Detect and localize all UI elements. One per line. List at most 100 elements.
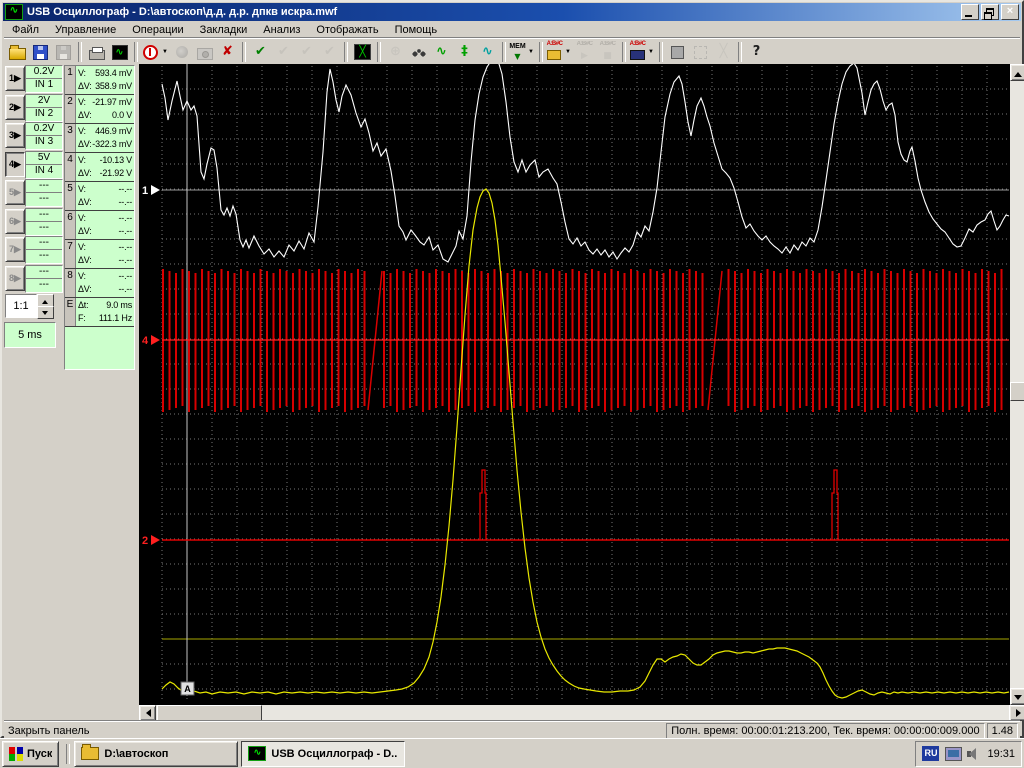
task-button[interactable]: ∿USB Осциллограф - D... [241,741,405,767]
checkgray-icon: ✔ [321,44,338,60]
channel-7-fields[interactable]: ------ [25,236,63,264]
channel-6-fields[interactable]: ------ [25,208,63,236]
time-readout: Полн. время: 00:00:01:213.200, Тек. врем… [666,723,984,739]
wave-markers-button[interactable]: ∿ [430,41,453,63]
channel-4-fields[interactable]: 5VIN 4 [25,151,63,179]
web-button[interactable]: ⊕ [384,41,407,63]
wave-scale-button[interactable]: ∿ [476,41,499,63]
channel-input-name: IN 1 [26,79,62,91]
scope-display[interactable]: 142A [139,64,1010,705]
measure-row-7: 7V:--.--ΔV:--.-- [65,240,134,269]
ratio-down-button[interactable] [37,306,54,319]
help-button[interactable]: ? [745,41,768,63]
record-button[interactable] [170,41,193,63]
measure-line: ΔV:-322.3 mV [78,138,132,151]
task-button[interactable]: D:\автоскоп [74,741,238,767]
scroll-down-button[interactable] [1010,688,1024,705]
measure-lines: V:-21.97 mVΔV:0.0 V [76,95,134,123]
scroll-left-button[interactable] [139,705,156,721]
apply-button[interactable]: ✔ [249,41,272,63]
icon-mini-label: A:B#C [627,41,648,47]
print-button[interactable] [85,41,108,63]
menu-item[interactable]: Файл [4,23,47,37]
camera-icon [197,48,213,60]
pane-close-button[interactable]: ╳ [712,41,735,63]
network-icon[interactable] [945,747,962,761]
measure-label: V: [78,67,86,80]
measure-row-1: 1V:593.4 mVΔV:358.9 mV [65,66,134,95]
measure-lines: V:--.--ΔV:--.-- [76,240,134,268]
abc-open-button[interactable]: A:B#C▼ [546,41,573,63]
taskbar-divider [66,744,70,764]
channel-row: 4▶5VIN 4 [4,150,62,178]
pane-full-button[interactable] [666,41,689,63]
start-button[interactable]: Пуск [2,741,59,767]
close-button[interactable]: × [1001,4,1019,20]
scroll-up-button[interactable] [1010,64,1024,81]
channel-2-button[interactable]: 2▶ [5,95,25,120]
language-indicator[interactable]: RU [922,746,939,761]
measure-line: Δt:9.0 ms [78,299,132,312]
snapshot-button[interactable] [193,41,216,63]
measure-label: ΔV: [78,196,92,209]
minimize-button[interactable] [961,4,979,20]
measure-row-number: 4 [65,153,76,181]
restore-button[interactable] [981,4,999,20]
display-settings-button[interactable]: ╳ [351,41,374,63]
channel-7-button[interactable]: 7▶ [5,237,25,262]
channel-2-fields[interactable]: 2VIN 2 [25,94,63,122]
apply-back-button[interactable]: ✔ [272,41,295,63]
pane-split-button[interactable] [689,41,712,63]
title-bar[interactable]: ∿ USB Осциллограф - D:\автоскоп\д.д. д.р… [3,3,1021,21]
memory-button[interactable]: MEM▼▼ [509,41,536,63]
menu-item[interactable]: Закладки [192,23,256,37]
channel-range: --- [26,237,62,250]
menu-item[interactable]: Операции [124,23,191,37]
icon-glyph: ✔ [252,44,269,60]
abc-stop-button[interactable]: A:B#C■ [596,41,619,63]
start-stop-button[interactable]: ▼ [141,41,170,63]
channel-3-fields[interactable]: 0.2VIN 3 [25,122,63,150]
scope-canvas[interactable]: 142A [139,64,1010,705]
save-button[interactable] [29,41,52,63]
save-waveform-button[interactable]: ∿ [108,41,131,63]
abc-panel-button[interactable]: A:B#C ▼ [629,41,656,63]
export-button[interactable] [52,41,75,63]
channel-8-button[interactable]: 8▶ [5,266,25,291]
open-file-button[interactable] [6,41,29,63]
help-icon: ? [748,44,765,60]
vertical-scroll-thumb[interactable] [1010,382,1024,401]
vertical-scrollbar[interactable] [1010,64,1024,705]
speaker-icon[interactable] [967,748,981,760]
horizontal-scrollbar[interactable] [139,705,1024,721]
channel-input-name: --- [26,222,62,234]
measure-label: V: [78,183,86,196]
channel-1-button[interactable]: 1▶ [5,66,25,91]
measure-row-number: E [65,298,76,326]
channel-4-button[interactable]: 4▶ [5,152,25,177]
search-button[interactable] [407,41,430,63]
horizontal-scroll-thumb[interactable] [157,705,262,721]
dropdown-arrow[interactable]: ▼ [160,49,170,55]
menu-item[interactable]: Управление [47,23,124,37]
channel-6-button[interactable]: 6▶ [5,209,25,234]
scroll-right-button[interactable] [1009,705,1024,721]
channel-5-button[interactable]: 5▶ [5,180,25,205]
clear-button[interactable]: ✘ [216,41,239,63]
channel-5-fields[interactable]: ------ [25,179,63,207]
channel-8-fields[interactable]: ------ [25,265,63,293]
apply-all-button[interactable]: ✔ [295,41,318,63]
dropdown-arrow[interactable]: ▼ [646,49,656,55]
abc-play-button[interactable]: A:B#C▶ [573,41,596,63]
dropdown-arrow[interactable]: ▼ [563,49,573,55]
menu-item[interactable]: Помощь [387,23,446,37]
wave-cursors-button[interactable]: ‡ [453,41,476,63]
scale-ratio-value: 1:1 [5,294,37,318]
menu-item[interactable]: Отображать [308,23,386,37]
menu-item[interactable]: Анализ [255,23,308,37]
channel-3-button[interactable]: 3▶ [5,123,25,148]
channel-1-fields[interactable]: 0.2VIN 1 [25,65,63,93]
apply-next-button[interactable]: ✔ [318,41,341,63]
measure-value: --.-- [119,270,133,283]
icon-glyph: ✘ [219,44,236,60]
